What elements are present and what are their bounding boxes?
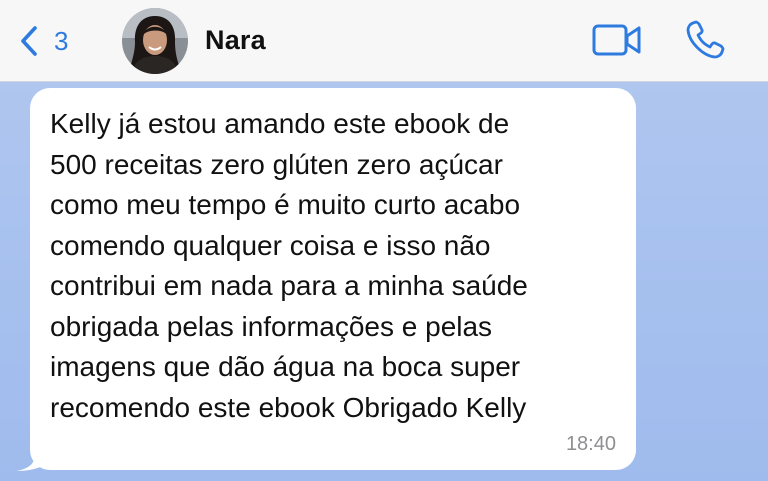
back-button[interactable]: 3 [20,18,68,64]
message-timestamp: 18:40 [565,433,616,455]
chat-area: Kelly já estou amando este ebook de 500 … [0,82,768,481]
unread-count: 3 [54,25,69,56]
avatar[interactable] [122,8,188,74]
message-text: Kelly já estou amando este ebook de 500 … [50,108,528,423]
contact-name[interactable]: Nara [205,25,266,56]
chat-header: 3 Nara [0,0,768,82]
voice-call-button[interactable] [684,19,726,61]
message-bubble[interactable]: Kelly já estou amando este ebook de 500 … [30,88,636,470]
phone-icon [686,20,725,59]
video-camera-icon [592,24,641,56]
chevron-left-icon [21,26,37,56]
video-call-button[interactable] [592,22,642,58]
